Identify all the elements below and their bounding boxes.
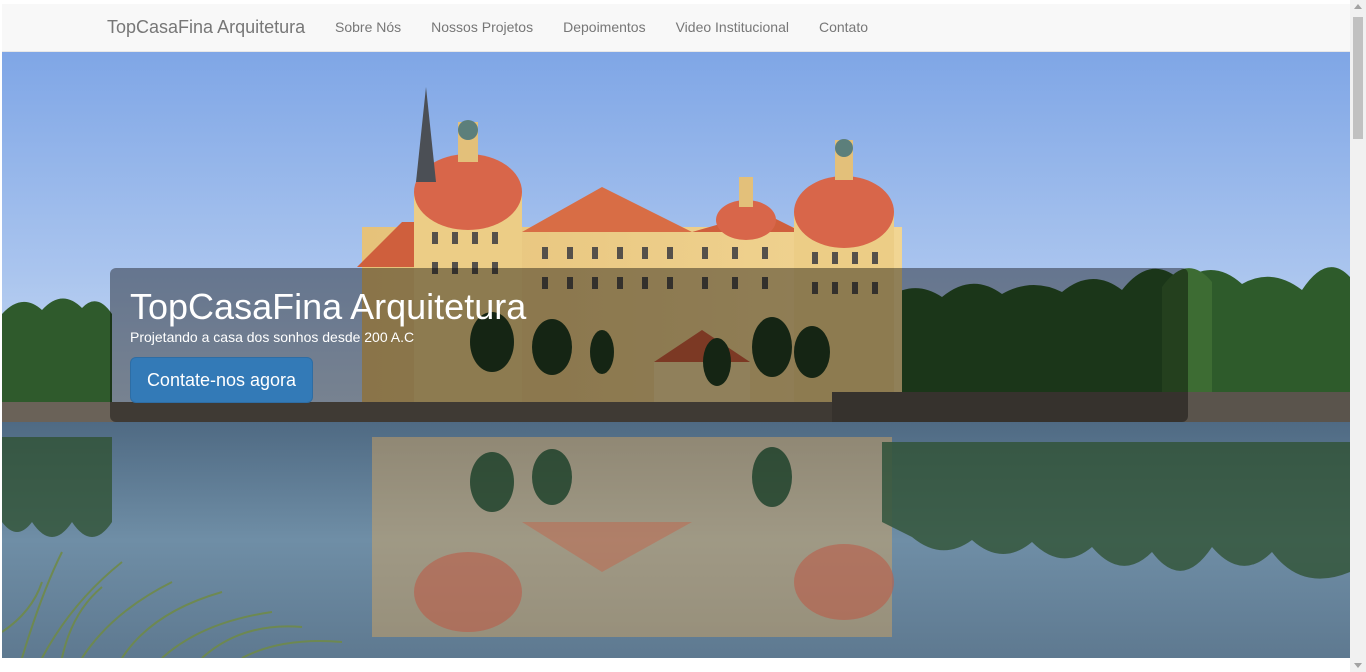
hero-section: TopCasaFina Arquitetura Projetando a cas… [2,52,1350,658]
scrollbar-thumb[interactable] [1353,17,1363,139]
vertical-scrollbar[interactable] [1350,0,1366,672]
navbar: TopCasaFina Arquitetura Sobre Nós Nossos… [2,4,1350,52]
nav-item-sobre-nos[interactable]: Sobre Nós [320,4,416,52]
nav-item-contato[interactable]: Contato [804,4,883,52]
hero-subtitle: Projetando a casa dos sonhos desde 200 A… [130,329,415,345]
navbar-brand[interactable]: TopCasaFina Arquitetura [107,17,305,38]
nav-item-video-institucional[interactable]: Video Institucional [661,4,804,52]
nav-menu: Sobre Nós Nossos Projetos Depoimentos Vi… [320,4,883,52]
page: TopCasaFina Arquitetura Sobre Nós Nossos… [2,4,1350,658]
page-bottom-edge [0,658,1350,672]
scroll-down-arrow-icon[interactable] [1354,663,1362,668]
nav-item-nossos-projetos[interactable]: Nossos Projetos [416,4,548,52]
contact-now-button[interactable]: Contate-nos agora [130,357,313,403]
nav-item-depoimentos[interactable]: Depoimentos [548,4,661,52]
scroll-up-arrow-icon[interactable] [1354,4,1362,9]
hero-title: TopCasaFina Arquitetura [130,286,527,327]
